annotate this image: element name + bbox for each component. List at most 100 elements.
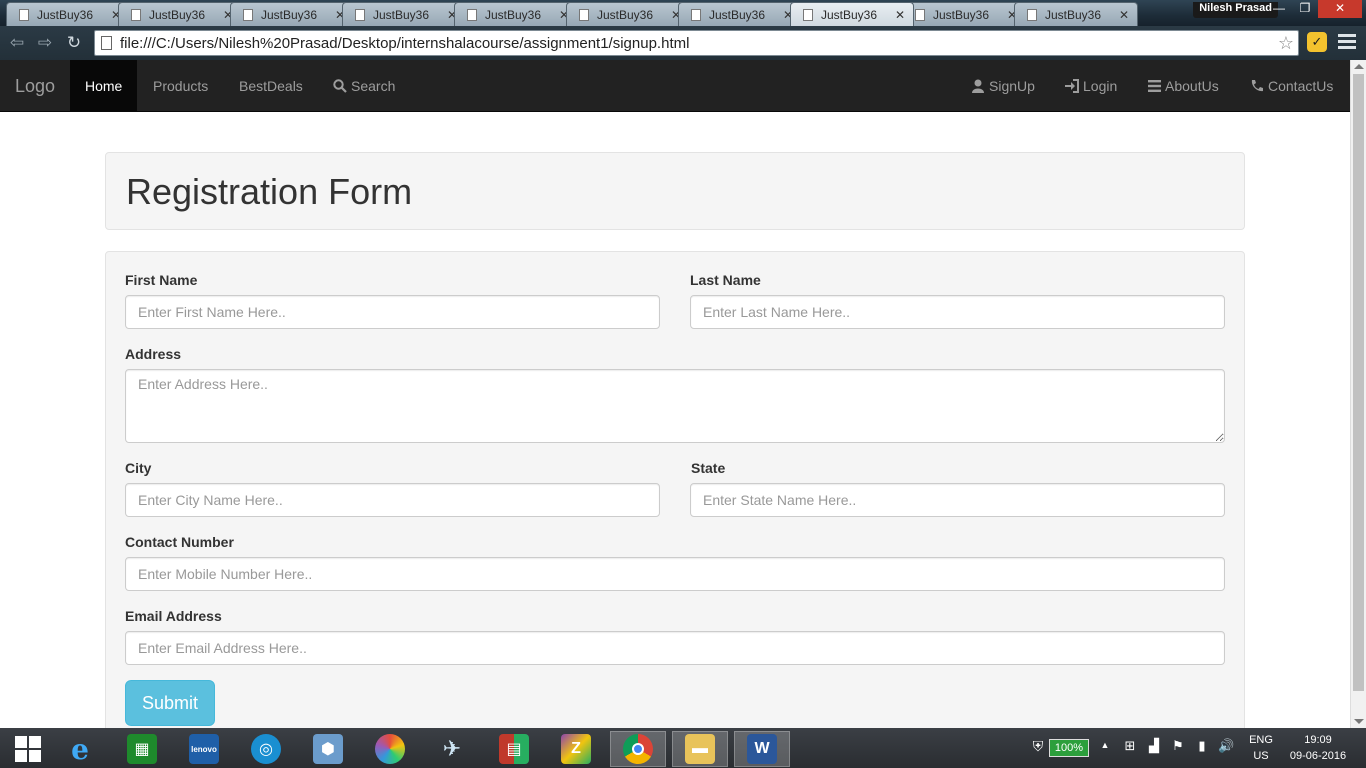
back-icon[interactable]: ⇦ (6, 32, 28, 54)
window-controls: — ❐ ✕ (1266, 0, 1362, 18)
web-page: Logo Home Products BestDeals Search Sign… (0, 60, 1350, 728)
volume-icon[interactable]: 🔊 (1218, 738, 1234, 754)
extension-icon[interactable]: ✓ (1307, 32, 1327, 52)
browser-tab-active[interactable]: JustBuy36 ✕ (790, 2, 914, 26)
address-bar[interactable]: file:///C:/Users/Nilesh%20Prasad/Desktop… (94, 30, 1299, 56)
contact-number-input[interactable] (125, 557, 1225, 591)
page-icon (19, 8, 29, 21)
restore-icon[interactable]: ❐ (1292, 0, 1318, 18)
state-input[interactable] (690, 483, 1225, 517)
tray-expand-icon[interactable]: ▲ (1098, 740, 1112, 750)
action-center-icon[interactable]: ⊞ (1122, 738, 1138, 754)
last-name-label: Last Name (690, 272, 761, 288)
first-name-input[interactable] (125, 295, 660, 329)
browser-tab[interactable]: JustBuy36 ✕ (342, 2, 466, 26)
taskbar-virtualbox[interactable]: ⬢ (300, 731, 356, 767)
clock-date[interactable]: 09-06-2016 (1286, 750, 1350, 762)
input-region[interactable]: US (1244, 750, 1278, 762)
first-name-label: First Name (125, 272, 198, 288)
taskbar-picasa[interactable] (362, 731, 418, 767)
nav-signup[interactable]: SignUp (956, 60, 1050, 112)
address-label: Address (125, 346, 182, 362)
last-name-input[interactable] (690, 295, 1225, 329)
browser-tab[interactable]: JustBuy36 ✕ (6, 2, 130, 26)
input-language[interactable]: ENG (1244, 734, 1278, 746)
page-title: Registration Form (126, 171, 413, 212)
close-icon[interactable]: ✕ (1117, 8, 1131, 22)
page-icon (131, 8, 141, 21)
nav-contactus[interactable]: ContactUs (1235, 60, 1348, 112)
login-icon (1065, 79, 1079, 93)
app-circle-icon: ◎ (251, 734, 281, 764)
address-bar-url[interactable]: file:///C:/Users/Nilesh%20Prasad/Desktop… (120, 35, 1274, 52)
forward-icon[interactable]: ⇨ (34, 32, 56, 54)
bookmark-star-icon[interactable]: ☆ (1274, 33, 1298, 54)
taskbar-internet-explorer[interactable]: e (52, 731, 108, 767)
city-input[interactable] (125, 483, 660, 517)
taskbar-zip-app[interactable]: Z (548, 731, 604, 767)
close-icon[interactable]: ✕ (893, 8, 907, 22)
browser-toolbar: ⇦ ⇨ ↻ file:///C:/Users/Nilesh%20Prasad/D… (0, 26, 1366, 60)
submit-button[interactable]: Submit (125, 680, 215, 726)
nav-login[interactable]: Login (1050, 60, 1132, 112)
scroll-up-icon[interactable] (1354, 64, 1364, 69)
internet-explorer-icon: e (71, 732, 89, 766)
taskbar-file-explorer[interactable]: ▬ (672, 731, 728, 767)
taskbar-store[interactable]: ▦ (114, 731, 170, 767)
nav-home[interactable]: Home (70, 60, 138, 112)
page-scrollbar[interactable] (1350, 60, 1366, 728)
search-icon (333, 79, 347, 93)
browser-menu-icon[interactable] (1338, 34, 1356, 50)
close-window-icon[interactable]: ✕ (1318, 0, 1362, 18)
reload-icon[interactable]: ↻ (63, 32, 85, 54)
browser-tab[interactable]: JustBuy36 ✕ (1014, 2, 1138, 26)
minimize-icon[interactable]: — (1266, 0, 1292, 18)
page-icon (1027, 8, 1037, 21)
windows-logo-icon (15, 736, 41, 762)
browser-tab[interactable]: JustBuy36 ✕ (678, 2, 802, 26)
address-textarea[interactable] (125, 369, 1225, 443)
clock-time[interactable]: 19:09 (1286, 734, 1350, 746)
taskbar-lenovo[interactable]: lenovo (176, 731, 232, 767)
word-icon: W (747, 734, 777, 764)
city-label: City (125, 460, 152, 476)
taskbar-bird-app[interactable]: ✈ (424, 731, 480, 767)
shield-icon[interactable]: ⛨ (1030, 738, 1046, 755)
browser-tab[interactable]: JustBuy36 ✕ (566, 2, 690, 26)
scroll-down-icon[interactable] (1354, 719, 1364, 724)
page-icon (691, 8, 701, 21)
browser-tab[interactable]: JustBuy36 ✕ (118, 2, 242, 26)
browser-tab[interactable]: JustBuy36 ✕ (454, 2, 578, 26)
taskbar-app-circle[interactable]: ◎ (238, 731, 294, 767)
chrome-icon (623, 734, 653, 764)
taskbar-winrar[interactable]: ▤ (486, 731, 542, 767)
nav-search[interactable]: Search (318, 60, 410, 112)
page-icon (579, 8, 589, 21)
page-icon (467, 8, 477, 21)
nav-aboutus[interactable]: AboutUs (1133, 60, 1234, 112)
battery-percentage[interactable]: 100% (1049, 739, 1089, 757)
registration-form: First Name Last Name Address City State … (105, 251, 1245, 728)
taskbar-chrome[interactable] (610, 731, 666, 767)
start-button[interactable] (0, 731, 56, 767)
lenovo-icon: lenovo (189, 734, 219, 764)
nav-products[interactable]: Products (138, 60, 223, 112)
winrar-icon: ▤ (499, 734, 529, 764)
page-icon (101, 36, 112, 50)
box-icon: ⬢ (313, 734, 343, 764)
page-icon (243, 8, 253, 21)
site-logo[interactable]: Logo (15, 60, 55, 112)
windows-taskbar: e ▦ lenovo ◎ ⬢ ✈ ▤ Z ▬ W ⛨ ▲ ⊞ ▟ ⚑ ▮ 🔊 E… (0, 728, 1366, 768)
email-address-input[interactable] (125, 631, 1225, 665)
browser-tab[interactable]: JustBuy36 ✕ (902, 2, 1026, 26)
contact-number-label: Contact Number (125, 534, 234, 550)
scrollbar-thumb[interactable] (1353, 74, 1364, 691)
flag-icon[interactable]: ⚑ (1170, 738, 1186, 754)
battery-icon[interactable]: ▮ (1194, 738, 1210, 754)
browser-tab[interactable]: JustBuy36 ✕ (230, 2, 354, 26)
taskbar-word[interactable]: W (734, 731, 790, 767)
nav-bestdeals[interactable]: BestDeals (224, 60, 318, 112)
network-icon[interactable]: ▟ (1146, 738, 1162, 754)
bird-icon: ✈ (442, 736, 462, 761)
store-icon: ▦ (127, 734, 157, 764)
